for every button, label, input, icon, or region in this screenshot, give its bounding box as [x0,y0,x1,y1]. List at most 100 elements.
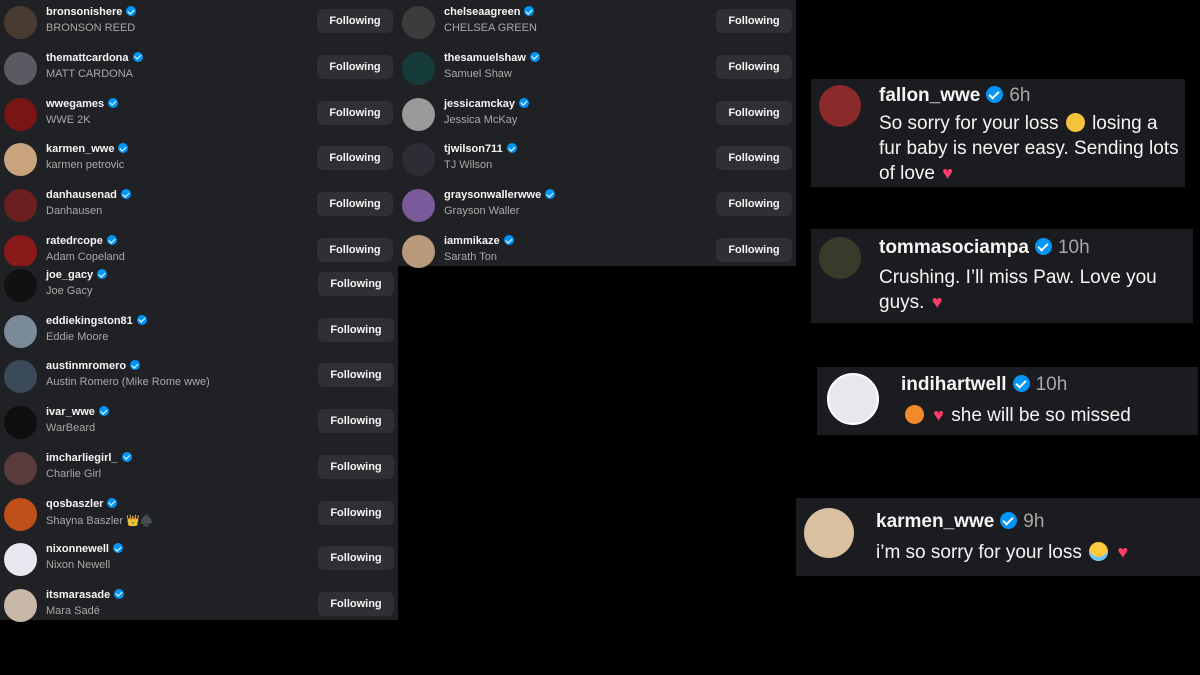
username[interactable]: graysonwallerwwe [444,189,556,201]
list-item[interactable]: bronsonishere BRONSON REED Following [0,0,398,46]
following-button[interactable]: Following [317,9,393,33]
username[interactable]: itsmarasade [46,588,125,601]
list-item[interactable]: danhausenad Danhausen Following [0,183,398,229]
list-item[interactable]: eddiekingston81 Eddie Moore Following [0,309,398,355]
following-button[interactable]: Following [318,500,394,525]
avatar[interactable] [4,189,37,223]
avatar[interactable] [4,360,37,394]
list-item[interactable]: themattcardona MATT CARDONA Following [0,46,398,92]
following-button[interactable]: Following [716,238,792,262]
avatar[interactable] [4,97,37,131]
list-item[interactable]: iammikaze Sarath Ton Following [398,229,796,275]
username[interactable]: imcharliegirl_ [46,451,132,464]
list-item[interactable]: tjwilson711 TJ Wilson Following [398,137,796,183]
avatar[interactable] [4,497,37,531]
avatar[interactable] [402,6,435,39]
username[interactable]: thesamuelshaw [444,51,540,64]
list-item[interactable]: qosbaszler Shayna Baszler 👑♠️ Following [0,492,398,538]
following-button[interactable]: Following [716,100,792,125]
username[interactable]: ratedrcope [46,235,117,247]
verified-badge-icon [1012,375,1030,392]
following-button[interactable]: Following [318,591,394,616]
username[interactable]: joe_gacy [46,269,108,281]
avatar[interactable] [819,85,861,127]
following-button[interactable]: Following [318,409,394,434]
username[interactable]: danhausenad [46,189,131,201]
username[interactable]: karmen_wwe [46,143,129,155]
username[interactable]: qosbaszler [46,497,118,510]
following-button[interactable]: Following [716,9,792,33]
list-item[interactable]: graysonwallerwwe Grayson Waller Following [398,183,796,229]
username[interactable]: austinmromero [46,360,141,372]
following-button[interactable]: Following [317,100,393,125]
display-name: BRONSON REED [46,22,136,34]
list-item[interactable]: wwegames WWE 2K Following [0,92,398,138]
following-button[interactable]: Following [317,238,393,262]
following-button[interactable]: Following [716,192,792,217]
username[interactable]: wwegames [46,97,119,110]
following-button[interactable]: Following [318,363,394,388]
avatar[interactable] [402,143,435,177]
list-item[interactable]: nixonnewell Nixon Newell Following [0,537,398,583]
username[interactable]: fallon_wwe [879,85,980,106]
avatar[interactable] [827,373,879,425]
username[interactable]: karmen_wwe [876,511,994,532]
following-button[interactable]: Following [317,54,393,79]
avatar[interactable] [4,51,37,85]
avatar[interactable] [402,189,435,223]
display-name: Nixon Newell [46,559,111,572]
following-button[interactable]: Following [317,146,393,171]
username[interactable]: ivar_wwe [46,406,109,418]
username[interactable]: tommasociampa [879,237,1029,258]
display-name: karmen petrovic [46,159,125,172]
following-button[interactable]: Following [716,146,792,171]
list-item[interactable]: karmen_wwekarmen petrovic Following [0,137,398,183]
avatar[interactable] [4,451,37,485]
following-button[interactable]: Following [318,317,394,342]
avatar[interactable] [4,143,37,177]
following-button[interactable]: Following [318,546,394,571]
list-item[interactable]: thesamuelshaw Samuel Shaw Following [398,46,796,92]
username[interactable]: eddiekingston81 [46,314,147,327]
list-item[interactable]: jessicamckay Jessica McKay Following [398,92,796,138]
broken-heart-icon: ♥ [1117,542,1129,562]
avatar[interactable] [4,269,37,302]
list-item[interactable]: itsmarasade Mara Sadé Following [0,583,398,629]
username[interactable]: themattcardona [46,51,143,64]
following-button[interactable]: Following [317,192,393,217]
avatar[interactable] [804,508,854,558]
flushed-face-icon [1065,113,1085,132]
following-button[interactable]: Following [318,454,394,479]
comment-time: 10h [1057,237,1090,258]
avatar[interactable] [4,406,37,440]
list-item[interactable]: austinmromero Austin Romero (Mike Rome ww… [0,354,398,400]
list-item[interactable]: ivar_wwe WarBeard Following [0,400,398,446]
username[interactable]: nixonnewell [46,543,123,555]
username[interactable]: iammikaze [444,235,514,247]
list-item[interactable]: imcharliegirl_ Charlie Girl Following [0,446,398,492]
display-name: CHELSEA GREEN [444,22,537,34]
verified-badge-icon [107,497,118,508]
verified-badge-icon [120,189,131,200]
username[interactable]: indihartwell [901,374,1007,395]
following-button[interactable]: Following [318,272,394,296]
display-name: TJ Wilson [444,159,493,172]
avatar[interactable] [819,237,861,279]
display-name: Austin Romero (Mike Rome wwe) [46,376,210,389]
verified-badge-icon [121,451,132,462]
avatar[interactable] [4,588,37,622]
avatar[interactable] [4,543,37,577]
following-button[interactable]: Following [716,54,792,79]
username[interactable]: jessicamckay [444,97,529,110]
list-item[interactable]: joe_gacy Joe Gacy Following [0,263,398,309]
username[interactable]: tjwilson711 [444,143,517,155]
avatar[interactable] [4,314,37,348]
avatar[interactable] [4,6,37,39]
verified-badge-icon [1034,238,1052,255]
avatar[interactable] [402,97,435,131]
username[interactable]: chelseaagreen [444,6,535,18]
username[interactable]: bronsonishere [46,6,137,18]
avatar[interactable] [402,51,435,85]
list-item[interactable]: chelseaagreen CHELSEA GREEN Following [398,0,796,46]
avatar[interactable] [402,235,435,268]
